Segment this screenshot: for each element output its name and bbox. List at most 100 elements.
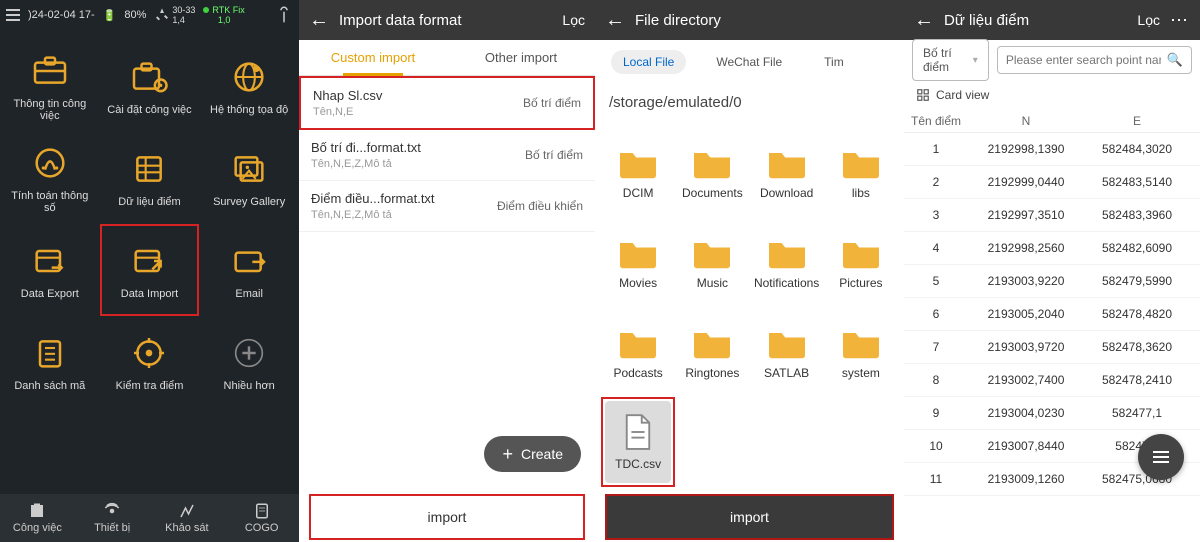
grid-item-code-list[interactable]: Danh sách mã: [0, 316, 100, 408]
grid-item-coord-system[interactable]: Hệ thống tọa độ: [199, 40, 299, 132]
grid-item-check-point[interactable]: Kiểm tra điểm: [100, 316, 200, 408]
grid-item-more[interactable]: Nhiều hơn: [199, 316, 299, 408]
hamburger-icon: [1153, 456, 1169, 458]
format-item[interactable]: Điểm điều...format.txtTên,N,E,Z,Mô tả Đi…: [299, 181, 595, 232]
nav-job[interactable]: Công việc: [0, 494, 75, 542]
col-n: N: [968, 114, 1084, 128]
folder-grid: DCIM Documents Download libs Movies Musi…: [595, 121, 904, 494]
folder-item[interactable]: Documents: [675, 127, 749, 217]
import-button[interactable]: import: [309, 494, 585, 540]
battery-level: 80%: [124, 9, 146, 21]
grid-item-data-export[interactable]: Data Export: [0, 224, 100, 316]
back-icon[interactable]: ←: [605, 9, 625, 32]
grid-item-job-info[interactable]: Thông tin công việc: [0, 40, 100, 132]
table-row[interactable]: 52193003,9220582479,5990: [904, 265, 1200, 298]
tab-other-import[interactable]: Other import: [447, 40, 595, 75]
grid-item-point-data[interactable]: Dữ liệu điểm: [100, 132, 200, 224]
nav-device[interactable]: Thiết bị: [75, 494, 150, 542]
table-row[interactable]: 22192999,0440582483,5140: [904, 166, 1200, 199]
folder-item[interactable]: Download: [750, 127, 824, 217]
card-view-toggle[interactable]: Card view: [904, 80, 1200, 110]
table-row[interactable]: 42192998,2560582482,6090: [904, 232, 1200, 265]
card-view-icon: [916, 88, 930, 102]
bottom-nav: Công việc Thiết bị Khảo sát COGO: [0, 494, 299, 542]
point-table: 12192998,1390582484,3020 22192999,044058…: [904, 133, 1200, 542]
tab-custom-import[interactable]: Custom import: [299, 40, 447, 75]
filter-button[interactable]: Lọc: [562, 12, 585, 28]
folder-item[interactable]: system: [824, 307, 898, 397]
plus-icon: +: [502, 447, 513, 461]
import-button[interactable]: import: [605, 494, 894, 540]
chevron-down-icon: ▾: [973, 55, 978, 66]
folder-item[interactable]: Movies: [601, 217, 675, 307]
rtk-status: RTK Fix 1,0: [203, 5, 244, 25]
battery-icon: 🔋: [103, 9, 117, 22]
satellite-status: 30-331,4: [154, 5, 195, 25]
format-item[interactable]: Nhap Sl.csvTên,N,E Bố trí điểm: [299, 76, 595, 130]
status-date: )24-02-04 17-: [28, 9, 95, 21]
folder-item[interactable]: libs: [824, 127, 898, 217]
grid-item-data-import[interactable]: Data Import: [100, 224, 200, 316]
folder-item[interactable]: Notifications: [750, 217, 824, 307]
grid-label: Nhiều hơn: [224, 380, 275, 392]
file-icon: [623, 413, 653, 451]
satellite-icon: [154, 7, 170, 23]
table-row[interactable]: 92193004,0230582477,1: [904, 397, 1200, 430]
tab-tim-file[interactable]: Tim: [812, 50, 856, 74]
table-row[interactable]: 82193002,7400582478,2410: [904, 364, 1200, 397]
table-row[interactable]: 62193005,2040582478,4820: [904, 298, 1200, 331]
folder-item[interactable]: Podcasts: [601, 307, 675, 397]
col-e: E: [1084, 114, 1190, 128]
pane3-title: File directory: [635, 12, 894, 29]
nav-survey[interactable]: Khảo sát: [150, 494, 225, 542]
format-item[interactable]: Bố trí đi...format.txtTên,N,E,Z,Mô tả Bố…: [299, 130, 595, 181]
folder-item[interactable]: Music: [675, 217, 749, 307]
grid-label: Thông tin công việc: [4, 98, 96, 122]
current-path: /storage/emulated/0: [595, 84, 904, 121]
filter-button[interactable]: Lọc: [1137, 12, 1160, 28]
fab-menu-button[interactable]: [1138, 434, 1184, 480]
pane4-header: ← Dữ liệu điểm Lọc ⋯: [904, 0, 1200, 40]
grid-item-email[interactable]: Email: [199, 224, 299, 316]
col-name: Tên điểm: [904, 114, 968, 128]
point-type-dropdown[interactable]: Bố trí điểm▾: [912, 39, 989, 81]
grid-label: Data Export: [21, 288, 79, 300]
file-source-tabs: Local File WeChat File Tim: [595, 40, 904, 84]
tab-wechat-file[interactable]: WeChat File: [704, 50, 794, 74]
file-item-selected[interactable]: TDC.csv: [601, 397, 675, 487]
grid-item-survey-gallery[interactable]: Survey Gallery: [199, 132, 299, 224]
grid-item-calc-params[interactable]: Tính toán thông số: [0, 132, 100, 224]
folder-item[interactable]: DCIM: [601, 127, 675, 217]
back-icon[interactable]: ←: [914, 9, 934, 32]
menu-icon[interactable]: [6, 9, 20, 21]
pane4-title: Dữ liệu điểm: [944, 12, 1127, 29]
table-row[interactable]: 72193003,9720582478,3620: [904, 331, 1200, 364]
search-input[interactable]: [1006, 53, 1161, 67]
folder-item[interactable]: Ringtones: [675, 307, 749, 397]
grid-label: Cài đặt công việc: [107, 104, 191, 116]
table-row[interactable]: 12192998,1390582484,3020: [904, 133, 1200, 166]
search-box[interactable]: 🔍: [997, 46, 1192, 74]
import-tabs: Custom import Other import: [299, 40, 595, 76]
folder-item[interactable]: SATLAB: [750, 307, 824, 397]
search-icon[interactable]: 🔍: [1167, 52, 1183, 68]
project-icon-grid: Thông tin công việc Cài đặt công việc Hệ…: [0, 30, 299, 494]
grid-label: Survey Gallery: [213, 196, 285, 208]
grid-label: Email: [235, 288, 263, 300]
status-bar: )24-02-04 17- 🔋 80% 30-331,4 RTK Fix 1,0: [0, 0, 299, 30]
grid-item-job-settings[interactable]: Cài đặt công việc: [100, 40, 200, 132]
grid-label: Hệ thống tọa độ: [210, 104, 288, 116]
nav-cogo[interactable]: COGO: [224, 494, 299, 542]
create-button[interactable]: + Create: [484, 436, 581, 472]
pane3-header: ← File directory: [595, 0, 904, 40]
pane2-title: Import data format: [339, 12, 552, 29]
folder-item[interactable]: Pictures: [824, 217, 898, 307]
grid-label: Danh sách mã: [14, 380, 85, 392]
more-icon[interactable]: ⋯: [1170, 10, 1190, 31]
back-icon[interactable]: ←: [309, 9, 329, 32]
tab-local-file[interactable]: Local File: [611, 50, 686, 74]
pane2-header: ← Import data format Lọc: [299, 0, 595, 40]
grid-label: Tính toán thông số: [4, 190, 96, 214]
antenna-icon[interactable]: [275, 5, 293, 26]
table-row[interactable]: 32192997,3510582483,3960: [904, 199, 1200, 232]
